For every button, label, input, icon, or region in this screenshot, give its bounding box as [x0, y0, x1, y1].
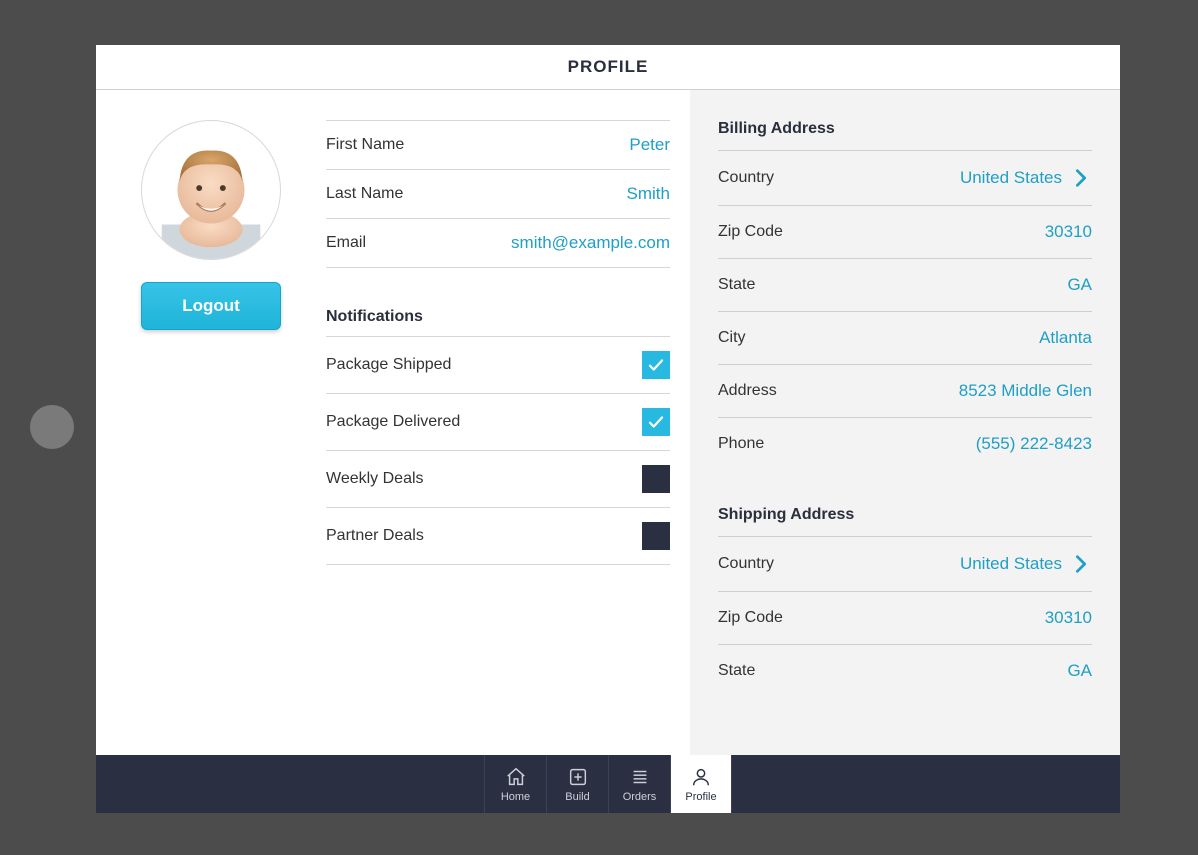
- address-row[interactable]: Address 8523 Middle Glen: [718, 365, 1092, 418]
- address-row[interactable]: Zip Code 30310: [718, 592, 1092, 645]
- notification-label: Package Delivered: [326, 413, 460, 431]
- address-row[interactable]: Zip Code 30310: [718, 206, 1092, 259]
- field-label: Last Name: [326, 185, 403, 203]
- address-label: Zip Code: [718, 223, 783, 241]
- shipping-rows: Country United States Zip Code 30310 State GA: [718, 537, 1092, 697]
- check-icon: [647, 413, 665, 431]
- tab-label: Orders: [623, 791, 657, 803]
- notification-checkbox[interactable]: [642, 465, 670, 493]
- notifications-list: Package Shipped Package Delivered Weekly D…: [326, 337, 670, 565]
- home-icon: [505, 766, 527, 788]
- notification-row: Package Delivered: [326, 394, 670, 451]
- notification-row: Weekly Deals: [326, 451, 670, 508]
- header: PROFILE: [96, 45, 1120, 90]
- page-title: PROFILE: [96, 57, 1120, 77]
- address-label: Phone: [718, 435, 764, 453]
- address-label: State: [718, 662, 755, 680]
- check-icon: [647, 356, 665, 374]
- address-label: Country: [718, 555, 774, 573]
- device-home-button[interactable]: [30, 405, 74, 449]
- avatar-image: [142, 121, 280, 259]
- chevron-right-icon: [1070, 167, 1092, 189]
- tab-orders[interactable]: Orders: [608, 755, 670, 813]
- address-row[interactable]: City Atlanta: [718, 312, 1092, 365]
- address-row[interactable]: Country United States: [718, 151, 1092, 206]
- logout-button[interactable]: Logout: [141, 282, 281, 330]
- tab-build[interactable]: Build: [546, 755, 608, 813]
- profile-sidebar: Logout: [96, 90, 326, 755]
- address-row[interactable]: Country United States: [718, 537, 1092, 592]
- billing-block: Billing Address Country United States Zip …: [718, 120, 1092, 470]
- profile-fields: First Name Peter Last Name Smith Email s…: [326, 90, 690, 755]
- field-last-name[interactable]: Last Name Smith: [326, 170, 670, 219]
- tab-bar: Home Build Orders Profile: [96, 755, 1120, 813]
- address-value: GA: [1067, 661, 1092, 681]
- field-label: First Name: [326, 136, 404, 154]
- notification-row: Partner Deals: [326, 508, 670, 565]
- notification-label: Package Shipped: [326, 356, 451, 374]
- address-row[interactable]: State GA: [718, 645, 1092, 697]
- avatar[interactable]: [141, 120, 281, 260]
- address-value: 30310: [1045, 222, 1092, 242]
- screen: PROFILE: [96, 45, 1120, 813]
- tablet-frame: PROFILE: [0, 0, 1198, 855]
- address-panel: Billing Address Country United States Zip …: [690, 90, 1120, 755]
- field-value: smith@example.com: [511, 233, 670, 253]
- field-value: Peter: [629, 135, 670, 155]
- notification-row: Package Shipped: [326, 337, 670, 394]
- address-row[interactable]: State GA: [718, 259, 1092, 312]
- notifications-title: Notifications: [326, 308, 670, 337]
- address-value: (555) 222-8423: [976, 434, 1092, 454]
- chevron-right-icon: [1070, 553, 1092, 575]
- shipping-title: Shipping Address: [718, 506, 1092, 537]
- content: Logout First Name Peter Last Name Smith …: [96, 90, 1120, 755]
- shipping-block: Shipping Address Country United States Zip…: [718, 506, 1092, 697]
- address-value: United States: [960, 167, 1092, 189]
- tab-profile[interactable]: Profile: [670, 755, 732, 813]
- notification-label: Partner Deals: [326, 527, 424, 545]
- field-email[interactable]: Email smith@example.com: [326, 219, 670, 268]
- notification-checkbox[interactable]: [642, 408, 670, 436]
- tab-label: Profile: [685, 791, 716, 803]
- address-value: Atlanta: [1039, 328, 1092, 348]
- billing-rows: Country United States Zip Code 30310 State GA…: [718, 151, 1092, 470]
- address-label: Country: [718, 169, 774, 187]
- plus-square-icon: [567, 766, 589, 788]
- tab-label: Home: [501, 791, 530, 803]
- address-label: City: [718, 329, 746, 347]
- address-value: 8523 Middle Glen: [959, 381, 1092, 401]
- address-label: Address: [718, 382, 777, 400]
- notification-label: Weekly Deals: [326, 470, 424, 488]
- address-value: 30310: [1045, 608, 1092, 628]
- tab-label: Build: [565, 791, 589, 803]
- address-label: State: [718, 276, 755, 294]
- address-value: United States: [960, 553, 1092, 575]
- address-value: GA: [1067, 275, 1092, 295]
- tab-home[interactable]: Home: [484, 755, 546, 813]
- notification-checkbox[interactable]: [642, 351, 670, 379]
- list-icon: [629, 766, 651, 788]
- field-first-name[interactable]: First Name Peter: [326, 120, 670, 170]
- billing-title: Billing Address: [718, 120, 1092, 151]
- address-label: Zip Code: [718, 609, 783, 627]
- person-icon: [690, 766, 712, 788]
- address-row[interactable]: Phone (555) 222-8423: [718, 418, 1092, 470]
- field-label: Email: [326, 234, 366, 252]
- notification-checkbox[interactable]: [642, 522, 670, 550]
- field-value: Smith: [627, 184, 670, 204]
